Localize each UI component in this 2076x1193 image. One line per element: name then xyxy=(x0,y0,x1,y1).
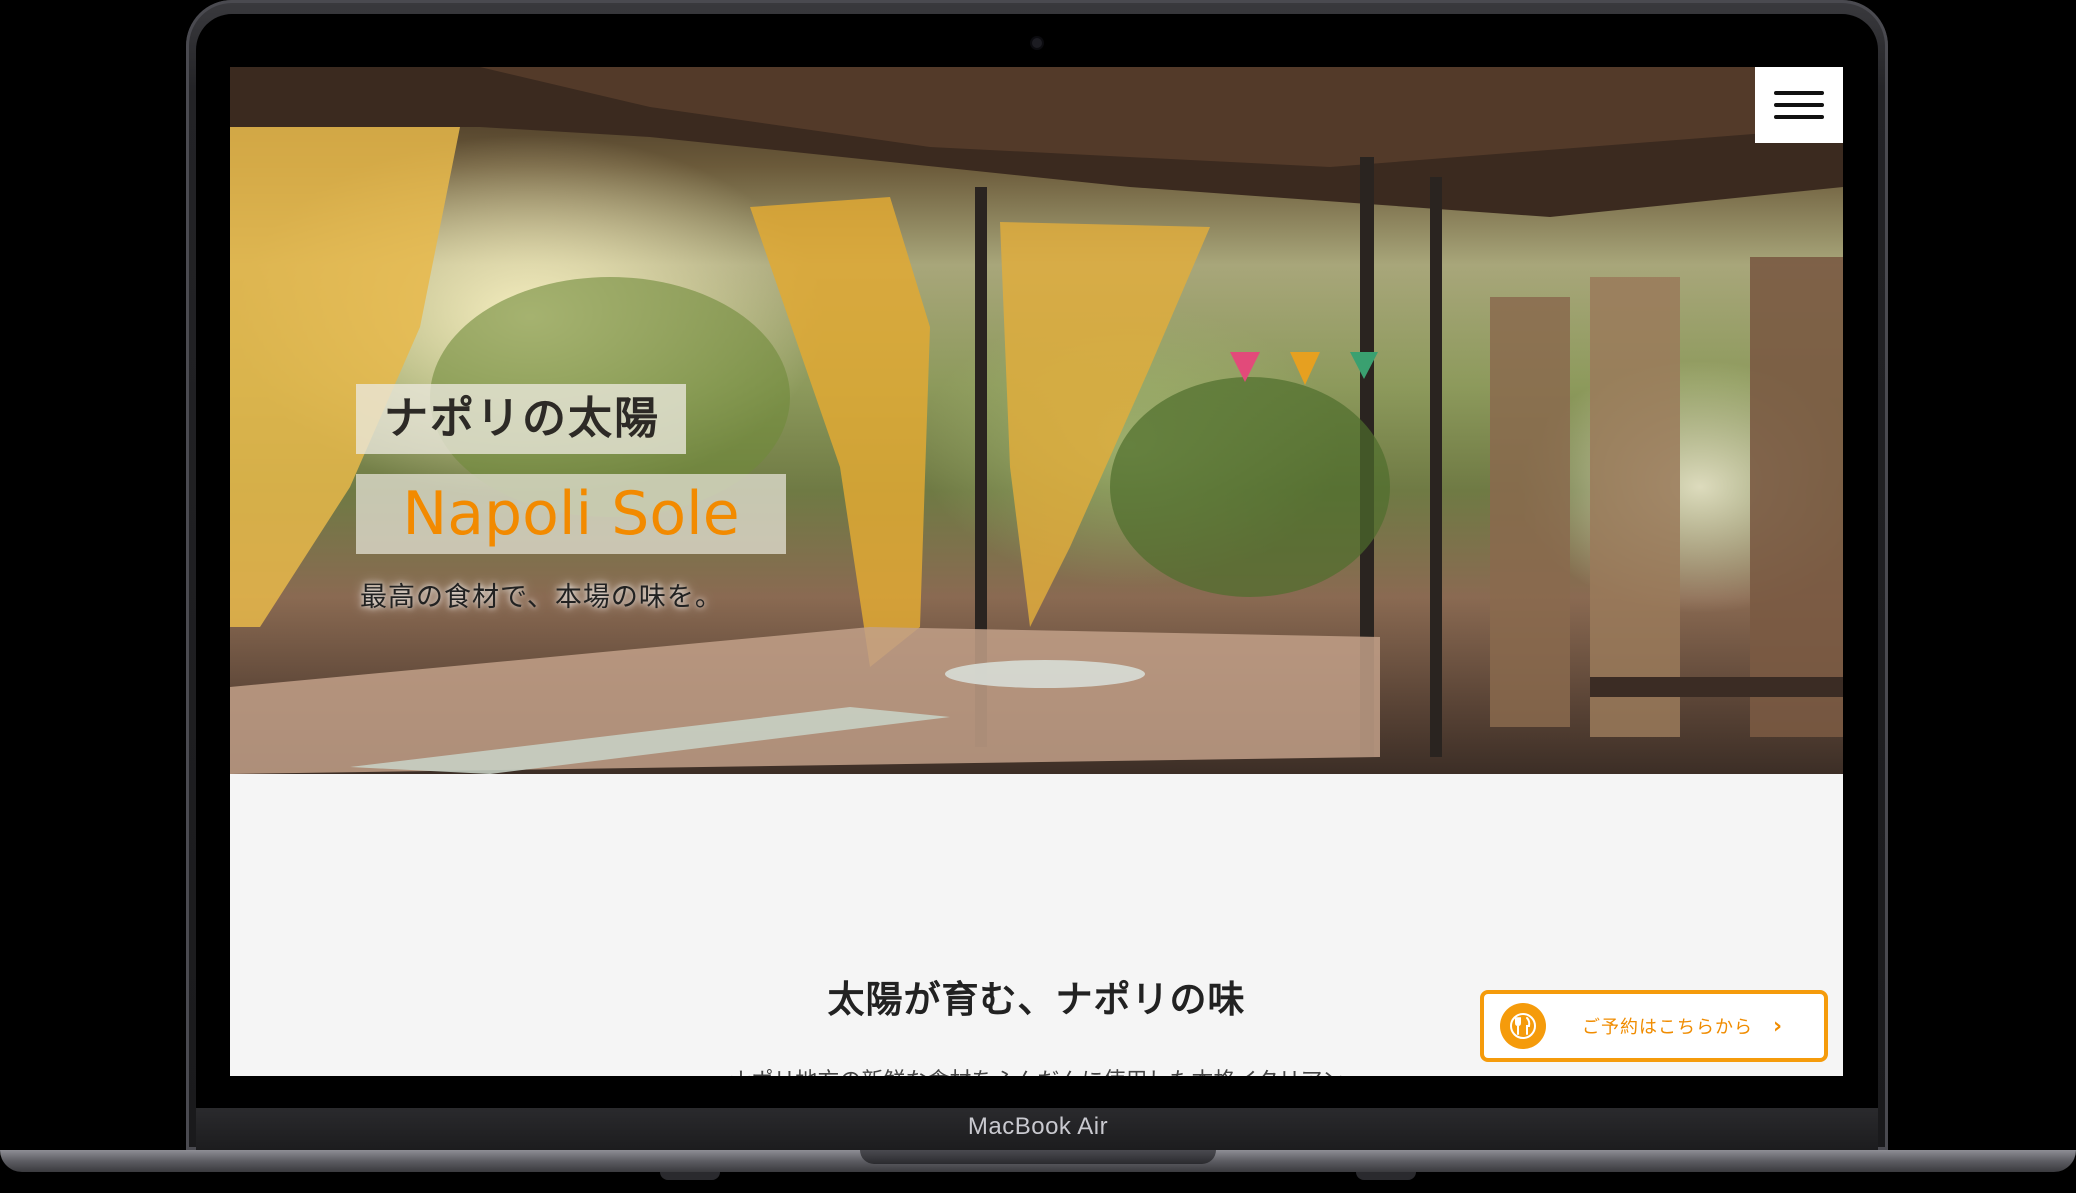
hero-section: ナポリの太陽 Napoli Sole 最高の食材で、本場の味を。 xyxy=(230,67,1843,774)
hero-tagline: 最高の食材で、本場の味を。 xyxy=(360,582,723,613)
camera-icon xyxy=(1032,38,1042,48)
hero-title-english: Napoli Sole xyxy=(356,474,786,554)
hero-title-japanese: ナポリの太陽 xyxy=(356,384,686,454)
reservation-label: ご予約はこちらから xyxy=(1582,1017,1753,1038)
reservation-button[interactable]: ご予約はこちらから › xyxy=(1480,990,1828,1062)
hamburger-menu-button[interactable] xyxy=(1755,67,1843,143)
section-body-text: ナポリ地方の新鮮な食材をふんだんに使用した本格イタリアン xyxy=(230,1063,1843,1076)
hamburger-menu-icon-line xyxy=(1774,91,1824,95)
device-mockup: ナポリの太陽 Napoli Sole 最高の食材で、本場の味を。 太陽が育む、ナ… xyxy=(0,0,2076,1193)
laptop-foot xyxy=(660,1172,720,1180)
device-brand-label: MacBook Air xyxy=(967,1113,1109,1140)
laptop-foot xyxy=(1356,1172,1416,1180)
browser-viewport: ナポリの太陽 Napoli Sole 最高の食材で、本場の味を。 太陽が育む、ナ… xyxy=(230,67,1843,1076)
fork-knife-icon xyxy=(1500,1003,1546,1049)
chevron-right-icon: › xyxy=(1773,1013,1783,1039)
hamburger-menu-icon-line xyxy=(1774,103,1824,107)
hamburger-menu-icon-line xyxy=(1774,115,1824,119)
laptop-notch xyxy=(860,1150,1216,1164)
